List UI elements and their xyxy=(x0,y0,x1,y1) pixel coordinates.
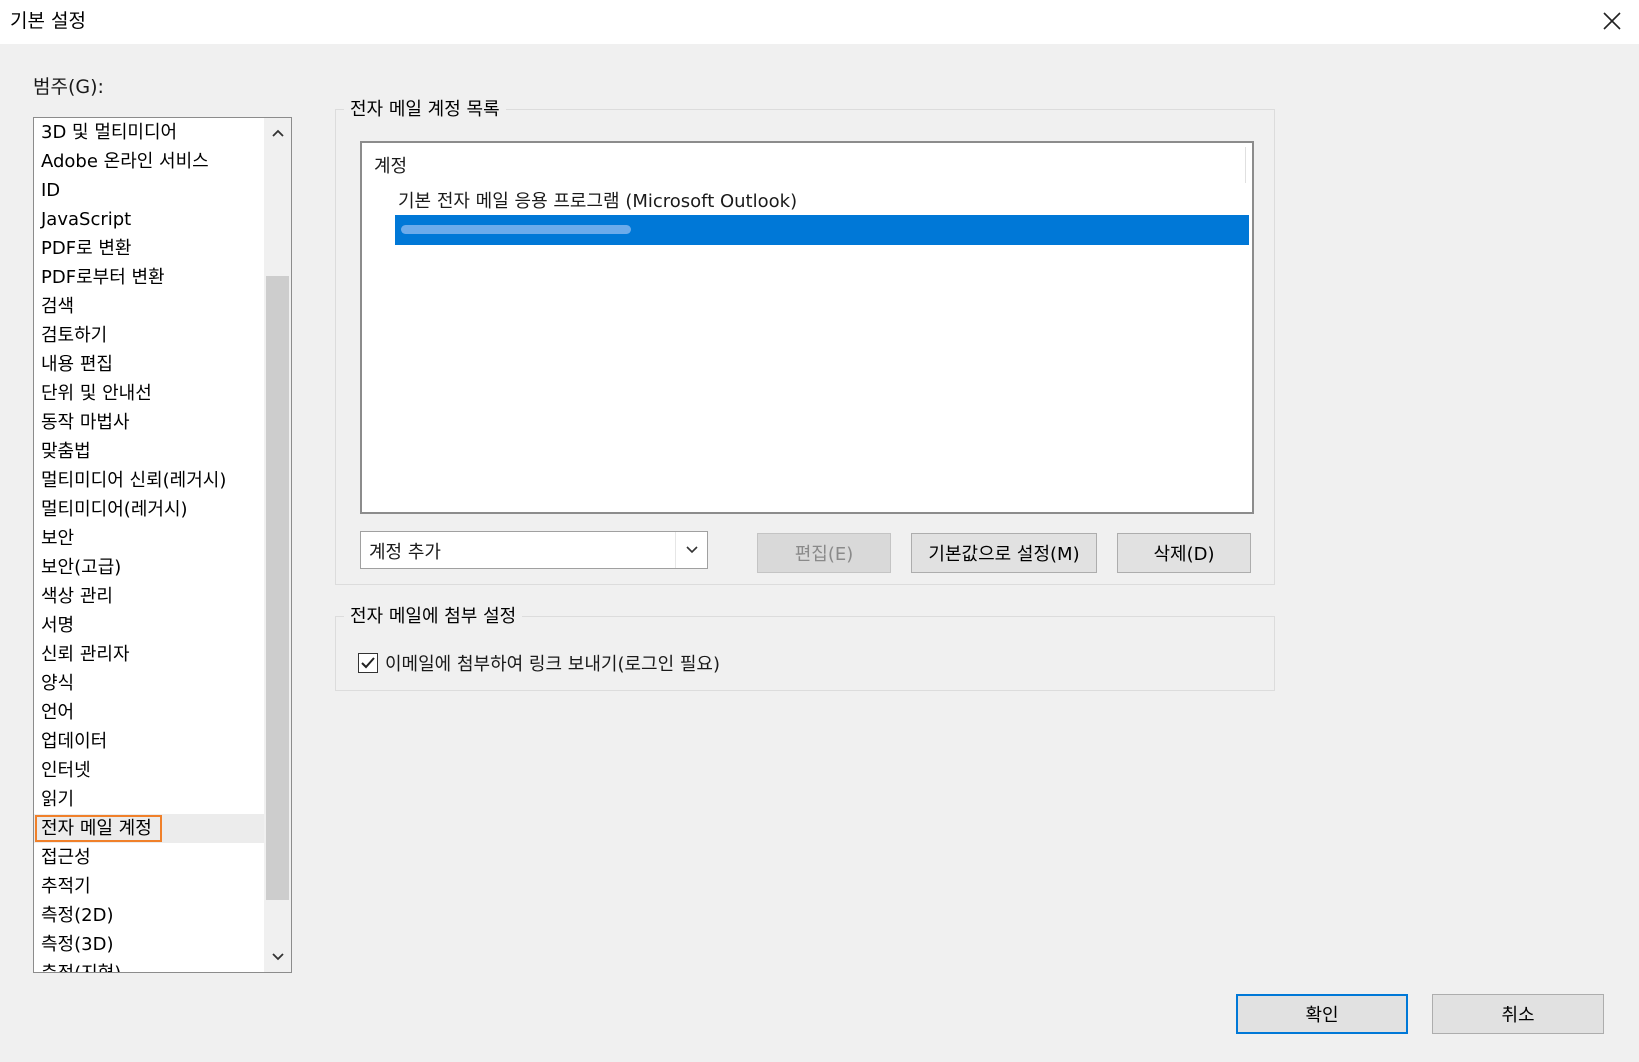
category-item[interactable]: JavaScript xyxy=(34,205,264,234)
category-item[interactable]: 측정(지형) xyxy=(34,959,264,972)
category-label: 범주(G): xyxy=(33,76,104,98)
category-item-label: PDF로부터 변환 xyxy=(41,267,165,288)
category-item-label: 보안 xyxy=(41,528,75,549)
category-item-label: PDF로 변환 xyxy=(41,238,132,259)
accounts-list[interactable]: 계정 기본 전자 메일 응용 프로그램 (Microsoft Outlook) xyxy=(360,141,1254,514)
category-item-label: 추적기 xyxy=(41,876,91,897)
add-account-dropdown-value: 계정 추가 xyxy=(369,542,441,563)
attachment-settings-group: 전자 메일에 첨부 설정 이메일에 첨부하여 링크 보내기(로그인 필요) xyxy=(335,602,1275,691)
category-list[interactable]: 3D 및 멀티미디어 Adobe 온라인 서비스 ID JavaScript PDF로 … xyxy=(33,117,292,973)
category-item-label: 읽기 xyxy=(41,789,75,810)
category-scrollbar[interactable] xyxy=(264,118,291,972)
category-item[interactable]: 검색 xyxy=(34,292,264,321)
category-item-label: 측정(지형) xyxy=(41,963,121,972)
category-item-label: 서명 xyxy=(41,615,75,636)
account-item-default[interactable]: 기본 전자 메일 응용 프로그램 (Microsoft Outlook) xyxy=(398,187,797,213)
category-item-label: 3D 및 멀티미디어 xyxy=(41,122,178,143)
category-item[interactable]: ID xyxy=(34,176,264,205)
category-item[interactable]: 멀티미디어(레거시) xyxy=(34,495,264,524)
ok-button[interactable]: 확인 xyxy=(1236,994,1408,1034)
category-item-label: 전자 메일 계정 xyxy=(35,815,162,842)
category-item[interactable]: 멀티미디어 신뢰(레거시) xyxy=(34,466,264,495)
category-items: 3D 및 멀티미디어 Adobe 온라인 서비스 ID JavaScript PDF로 … xyxy=(34,118,264,972)
category-item[interactable]: 3D 및 멀티미디어 xyxy=(34,118,264,147)
category-item-label: ID xyxy=(41,180,61,201)
chevron-down-icon xyxy=(685,546,698,554)
category-item[interactable]: PDF로 변환 xyxy=(34,234,264,263)
category-item[interactable]: 양식 xyxy=(34,669,264,698)
category-item[interactable]: 보안(고급) xyxy=(34,553,264,582)
category-item[interactable]: 검토하기 xyxy=(34,321,264,350)
category-item[interactable]: 측정(2D) xyxy=(34,901,264,930)
category-item-label: 멀티미디어 신뢰(레거시) xyxy=(41,470,227,491)
send-link-checkbox-row[interactable]: 이메일에 첨부하여 링크 보내기(로그인 필요) xyxy=(358,650,720,676)
category-item[interactable]: 내용 편집 xyxy=(34,350,264,379)
attachment-group-title: 전자 메일에 첨부 설정 xyxy=(344,602,523,628)
category-item[interactable]: 서명 xyxy=(34,611,264,640)
category-item-label: 업데이터 xyxy=(41,731,108,752)
category-item[interactable]: 색상 관리 xyxy=(34,582,264,611)
category-item[interactable]: 신뢰 관리자 xyxy=(34,640,264,669)
category-item-label: 측정(3D) xyxy=(41,934,114,955)
scroll-down-button[interactable] xyxy=(264,942,291,972)
window-title: 기본 설정 xyxy=(10,10,86,32)
category-item-label: 보안(고급) xyxy=(41,557,122,578)
checkmark-icon xyxy=(361,657,375,669)
category-item-label: 맞춤법 xyxy=(41,441,91,462)
category-item-label: 인터넷 xyxy=(41,760,91,781)
category-item[interactable]: 언어 xyxy=(34,698,264,727)
category-item[interactable]: 인터넷 xyxy=(34,756,264,785)
category-item-label: 내용 편집 xyxy=(41,354,113,375)
category-item[interactable]: 단위 및 안내선 xyxy=(34,379,264,408)
email-accounts-group-title: 전자 메일 계정 목록 xyxy=(344,95,506,121)
close-button[interactable] xyxy=(1592,2,1632,40)
category-item-label: JavaScript xyxy=(41,209,132,230)
category-item[interactable]: 동작 마법사 xyxy=(34,408,264,437)
category-item[interactable]: PDF로부터 변환 xyxy=(34,263,264,292)
chevron-up-icon xyxy=(271,129,284,137)
add-account-dropdown[interactable]: 계정 추가 xyxy=(360,531,708,569)
category-item[interactable]: 추적기 xyxy=(34,872,264,901)
cancel-button[interactable]: 취소 xyxy=(1432,994,1604,1034)
delete-button[interactable]: 삭제(D) xyxy=(1117,533,1251,573)
category-item-label: 신뢰 관리자 xyxy=(41,644,130,665)
category-item-label: 접근성 xyxy=(41,847,91,868)
title-bar: 기본 설정 xyxy=(0,0,1639,44)
category-item-label: 단위 및 안내선 xyxy=(41,383,152,404)
redacted-email-blur xyxy=(401,225,631,234)
scroll-thumb[interactable] xyxy=(266,276,289,900)
category-item-label: 동작 마법사 xyxy=(41,412,130,433)
dropdown-arrow[interactable] xyxy=(675,532,707,568)
category-item-label: 측정(2D) xyxy=(41,905,114,926)
set-default-button[interactable]: 기본값으로 설정(M) xyxy=(911,533,1097,573)
category-item-label: 색상 관리 xyxy=(41,586,113,607)
scroll-up-button[interactable] xyxy=(264,118,291,148)
category-item-label: 언어 xyxy=(41,702,75,723)
category-item[interactable]: 접근성 xyxy=(34,843,264,872)
category-item-label: Adobe 온라인 서비스 xyxy=(41,151,209,172)
category-item-label: 양식 xyxy=(41,673,75,694)
category-item[interactable]: 맞춤법 xyxy=(34,437,264,466)
send-link-checkbox[interactable] xyxy=(358,653,378,673)
category-item[interactable]: 읽기 xyxy=(34,785,264,814)
close-icon xyxy=(1603,12,1621,30)
category-item-label: 검색 xyxy=(41,296,75,317)
category-item[interactable]: 측정(3D) xyxy=(34,930,264,959)
category-item-label: 검토하기 xyxy=(41,325,108,346)
accounts-column-header: 계정 xyxy=(374,156,408,177)
category-item-label: 멀티미디어(레거시) xyxy=(41,499,188,520)
category-item[interactable]: 업데이터 xyxy=(34,727,264,756)
chevron-down-icon xyxy=(271,953,284,961)
category-item[interactable]: 전자 메일 계정 xyxy=(34,814,264,843)
email-accounts-group: 전자 메일 계정 목록 계정 기본 전자 메일 응용 프로그램 (Microso… xyxy=(335,95,1275,585)
category-item[interactable]: 보안 xyxy=(34,524,264,553)
account-item-selected[interactable] xyxy=(395,215,1249,245)
category-item[interactable]: Adobe 온라인 서비스 xyxy=(34,147,264,176)
send-link-checkbox-label: 이메일에 첨부하여 링크 보내기(로그인 필요) xyxy=(385,654,721,675)
edit-button[interactable]: 편집(E) xyxy=(757,533,891,573)
column-divider xyxy=(1245,147,1246,183)
